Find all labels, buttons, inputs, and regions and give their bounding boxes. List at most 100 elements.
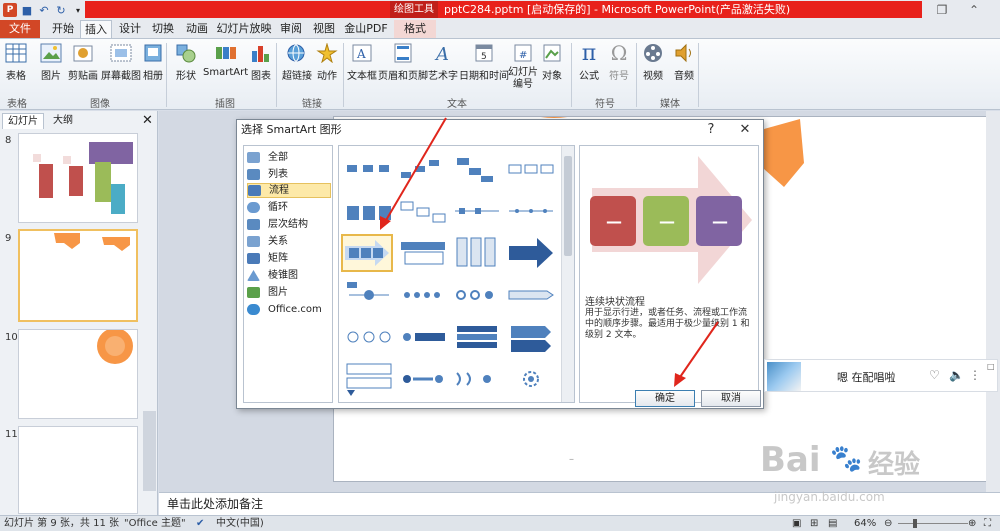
smartart-button[interactable]: SmartArt <box>203 42 248 78</box>
cancel-button[interactable]: 取消 <box>701 390 761 407</box>
category-pyramid[interactable]: 棱锥图 <box>247 268 331 283</box>
normal-view-icon[interactable]: ▣ <box>792 516 801 531</box>
category-cycle[interactable]: 循环 <box>247 200 331 215</box>
layout-basic-timeline[interactable] <box>505 276 557 314</box>
tab-kingsoft-pdf[interactable]: 金山PDF <box>343 20 389 38</box>
layout-step-down[interactable] <box>451 150 503 188</box>
tab-design[interactable]: 设计 <box>115 20 145 38</box>
layout-step-up[interactable] <box>397 150 449 188</box>
layout-cycle-arrow[interactable] <box>505 360 557 398</box>
layout-segmented-process[interactable] <box>451 318 503 356</box>
textbox-button[interactable]: A 文本框 <box>347 42 377 82</box>
video-button[interactable]: 视频 <box>642 42 664 82</box>
shapes-button[interactable]: 形状 <box>175 42 197 82</box>
close-button[interactable]: ✕ <box>735 120 755 140</box>
action-button[interactable]: 动作 <box>316 42 338 82</box>
tab-transitions[interactable]: 切换 <box>148 20 178 38</box>
table-button[interactable]: 表格 <box>5 42 27 82</box>
layout-vertical-process[interactable] <box>397 234 449 272</box>
close-icon[interactable]: □ <box>987 362 995 371</box>
slide-thumbnail-8[interactable] <box>18 133 138 223</box>
layout-timeline[interactable] <box>505 192 557 230</box>
restore-icon[interactable]: ❐ <box>930 0 954 20</box>
menu-icon[interactable]: ⋮ <box>969 368 981 382</box>
zoom-in-icon[interactable]: ⊕ <box>968 516 976 531</box>
gallery-scrollbar[interactable] <box>561 146 574 402</box>
editor-scrollbar[interactable] <box>986 111 1000 492</box>
layout-continuous-block-process[interactable] <box>341 234 393 272</box>
zoom-thumb[interactable] <box>913 519 917 528</box>
layout-bending-process[interactable] <box>343 276 395 314</box>
category-matrix[interactable]: 矩阵 <box>247 251 331 266</box>
object-button[interactable]: 对象 <box>541 42 563 82</box>
undo-icon[interactable]: ↶ <box>37 3 51 17</box>
zoom-slider[interactable] <box>898 523 968 524</box>
symbol-button[interactable]: Ω 符号 <box>608 41 630 82</box>
category-hierarchy[interactable]: 层次结构 <box>247 217 331 232</box>
tab-home[interactable]: 开始 <box>48 20 78 38</box>
layout-process-arrows[interactable] <box>451 192 503 230</box>
layout-alternating-flow[interactable] <box>343 192 395 230</box>
powerpoint-app-icon[interactable]: P <box>3 3 17 17</box>
help-button[interactable]: ? <box>701 120 721 140</box>
layout-circle-process[interactable] <box>397 276 449 314</box>
tab-insert[interactable]: 插入 <box>80 20 112 38</box>
slide-thumbnail-9[interactable] <box>18 229 138 322</box>
tab-review[interactable]: 审阅 <box>276 20 306 38</box>
panel-scrollbar[interactable] <box>143 411 156 491</box>
album-button[interactable]: 相册 <box>142 42 164 82</box>
category-picture[interactable]: 图片 <box>247 285 331 300</box>
layout-opposing-arrows[interactable] <box>397 318 449 356</box>
layout-circle-arrows[interactable] <box>451 276 503 314</box>
tab-outline-panel[interactable]: 大纲 <box>48 113 78 129</box>
customize-icon[interactable]: ▾ <box>71 3 85 17</box>
layout-vertical-chevron[interactable] <box>451 234 503 272</box>
clipart-button[interactable]: 剪贴画 <box>68 42 98 82</box>
slide-thumbnail-11[interactable] <box>18 426 138 514</box>
spellcheck-icon[interactable]: ✔ <box>196 516 204 531</box>
tab-animations[interactable]: 动画 <box>182 20 212 38</box>
tab-format[interactable]: 格式 <box>394 20 436 38</box>
language[interactable]: 中文(中国) <box>216 516 264 531</box>
layout-equation[interactable] <box>343 318 395 356</box>
slide-thumbnail-10[interactable] <box>18 329 138 419</box>
wordart-button[interactable]: A 艺术字 <box>428 42 458 82</box>
tab-file[interactable]: 文件 <box>0 20 40 38</box>
layout-repeating-bending[interactable] <box>451 360 503 398</box>
screenshot-button[interactable]: 屏幕截图 <box>101 42 141 82</box>
category-process[interactable]: 流程 <box>247 183 331 198</box>
hyperlink-button[interactable]: 超链接 <box>282 42 312 82</box>
layout-chevron-list[interactable] <box>505 318 557 356</box>
layout-vertical-bullet[interactable] <box>343 360 395 398</box>
zoom-level[interactable]: 64% <box>854 516 876 531</box>
layout-upward-arrow[interactable] <box>505 234 557 272</box>
zoom-out-icon[interactable]: ⊖ <box>884 516 892 531</box>
layout-accent-process[interactable] <box>505 150 557 188</box>
audio-button[interactable]: 音频 <box>673 42 695 82</box>
heart-icon[interactable]: ♡ <box>929 368 940 382</box>
datetime-button[interactable]: 5 日期和时间 <box>459 42 509 82</box>
tab-view[interactable]: 视图 <box>309 20 339 38</box>
minimize-ribbon-icon[interactable]: ⌃ <box>962 0 986 20</box>
category-all[interactable]: 全部 <box>247 150 331 165</box>
chart-button[interactable]: 图表 <box>250 42 272 82</box>
save-icon[interactable]: ■ <box>20 3 34 17</box>
layout-circle-flow[interactable] <box>397 360 449 398</box>
category-list-item[interactable]: 列表 <box>247 167 331 182</box>
slide-number-button[interactable]: # 幻灯片编号 <box>508 42 538 91</box>
layout-descending-process[interactable] <box>397 192 449 230</box>
layout-basic-process[interactable] <box>343 150 395 188</box>
reading-view-icon[interactable]: ▤ <box>828 516 837 531</box>
tab-slideshow[interactable]: 幻灯片放映 <box>216 20 272 38</box>
tab-slides-panel[interactable]: 幻灯片 <box>2 113 44 129</box>
category-office-com[interactable]: Office.com <box>247 302 331 317</box>
ok-button[interactable]: 确定 <box>635 390 695 407</box>
equation-button[interactable]: π 公式 <box>578 41 600 83</box>
volume-icon[interactable]: 🔈 <box>949 368 964 382</box>
fit-slide-icon[interactable]: ⛶ <box>984 516 991 531</box>
picture-button[interactable]: 图片 <box>40 42 62 82</box>
close-panel-icon[interactable]: ✕ <box>142 113 153 128</box>
sorter-view-icon[interactable]: ⊞ <box>810 516 818 531</box>
redo-icon[interactable]: ↻ <box>54 3 68 17</box>
category-relationship[interactable]: 关系 <box>247 234 331 249</box>
